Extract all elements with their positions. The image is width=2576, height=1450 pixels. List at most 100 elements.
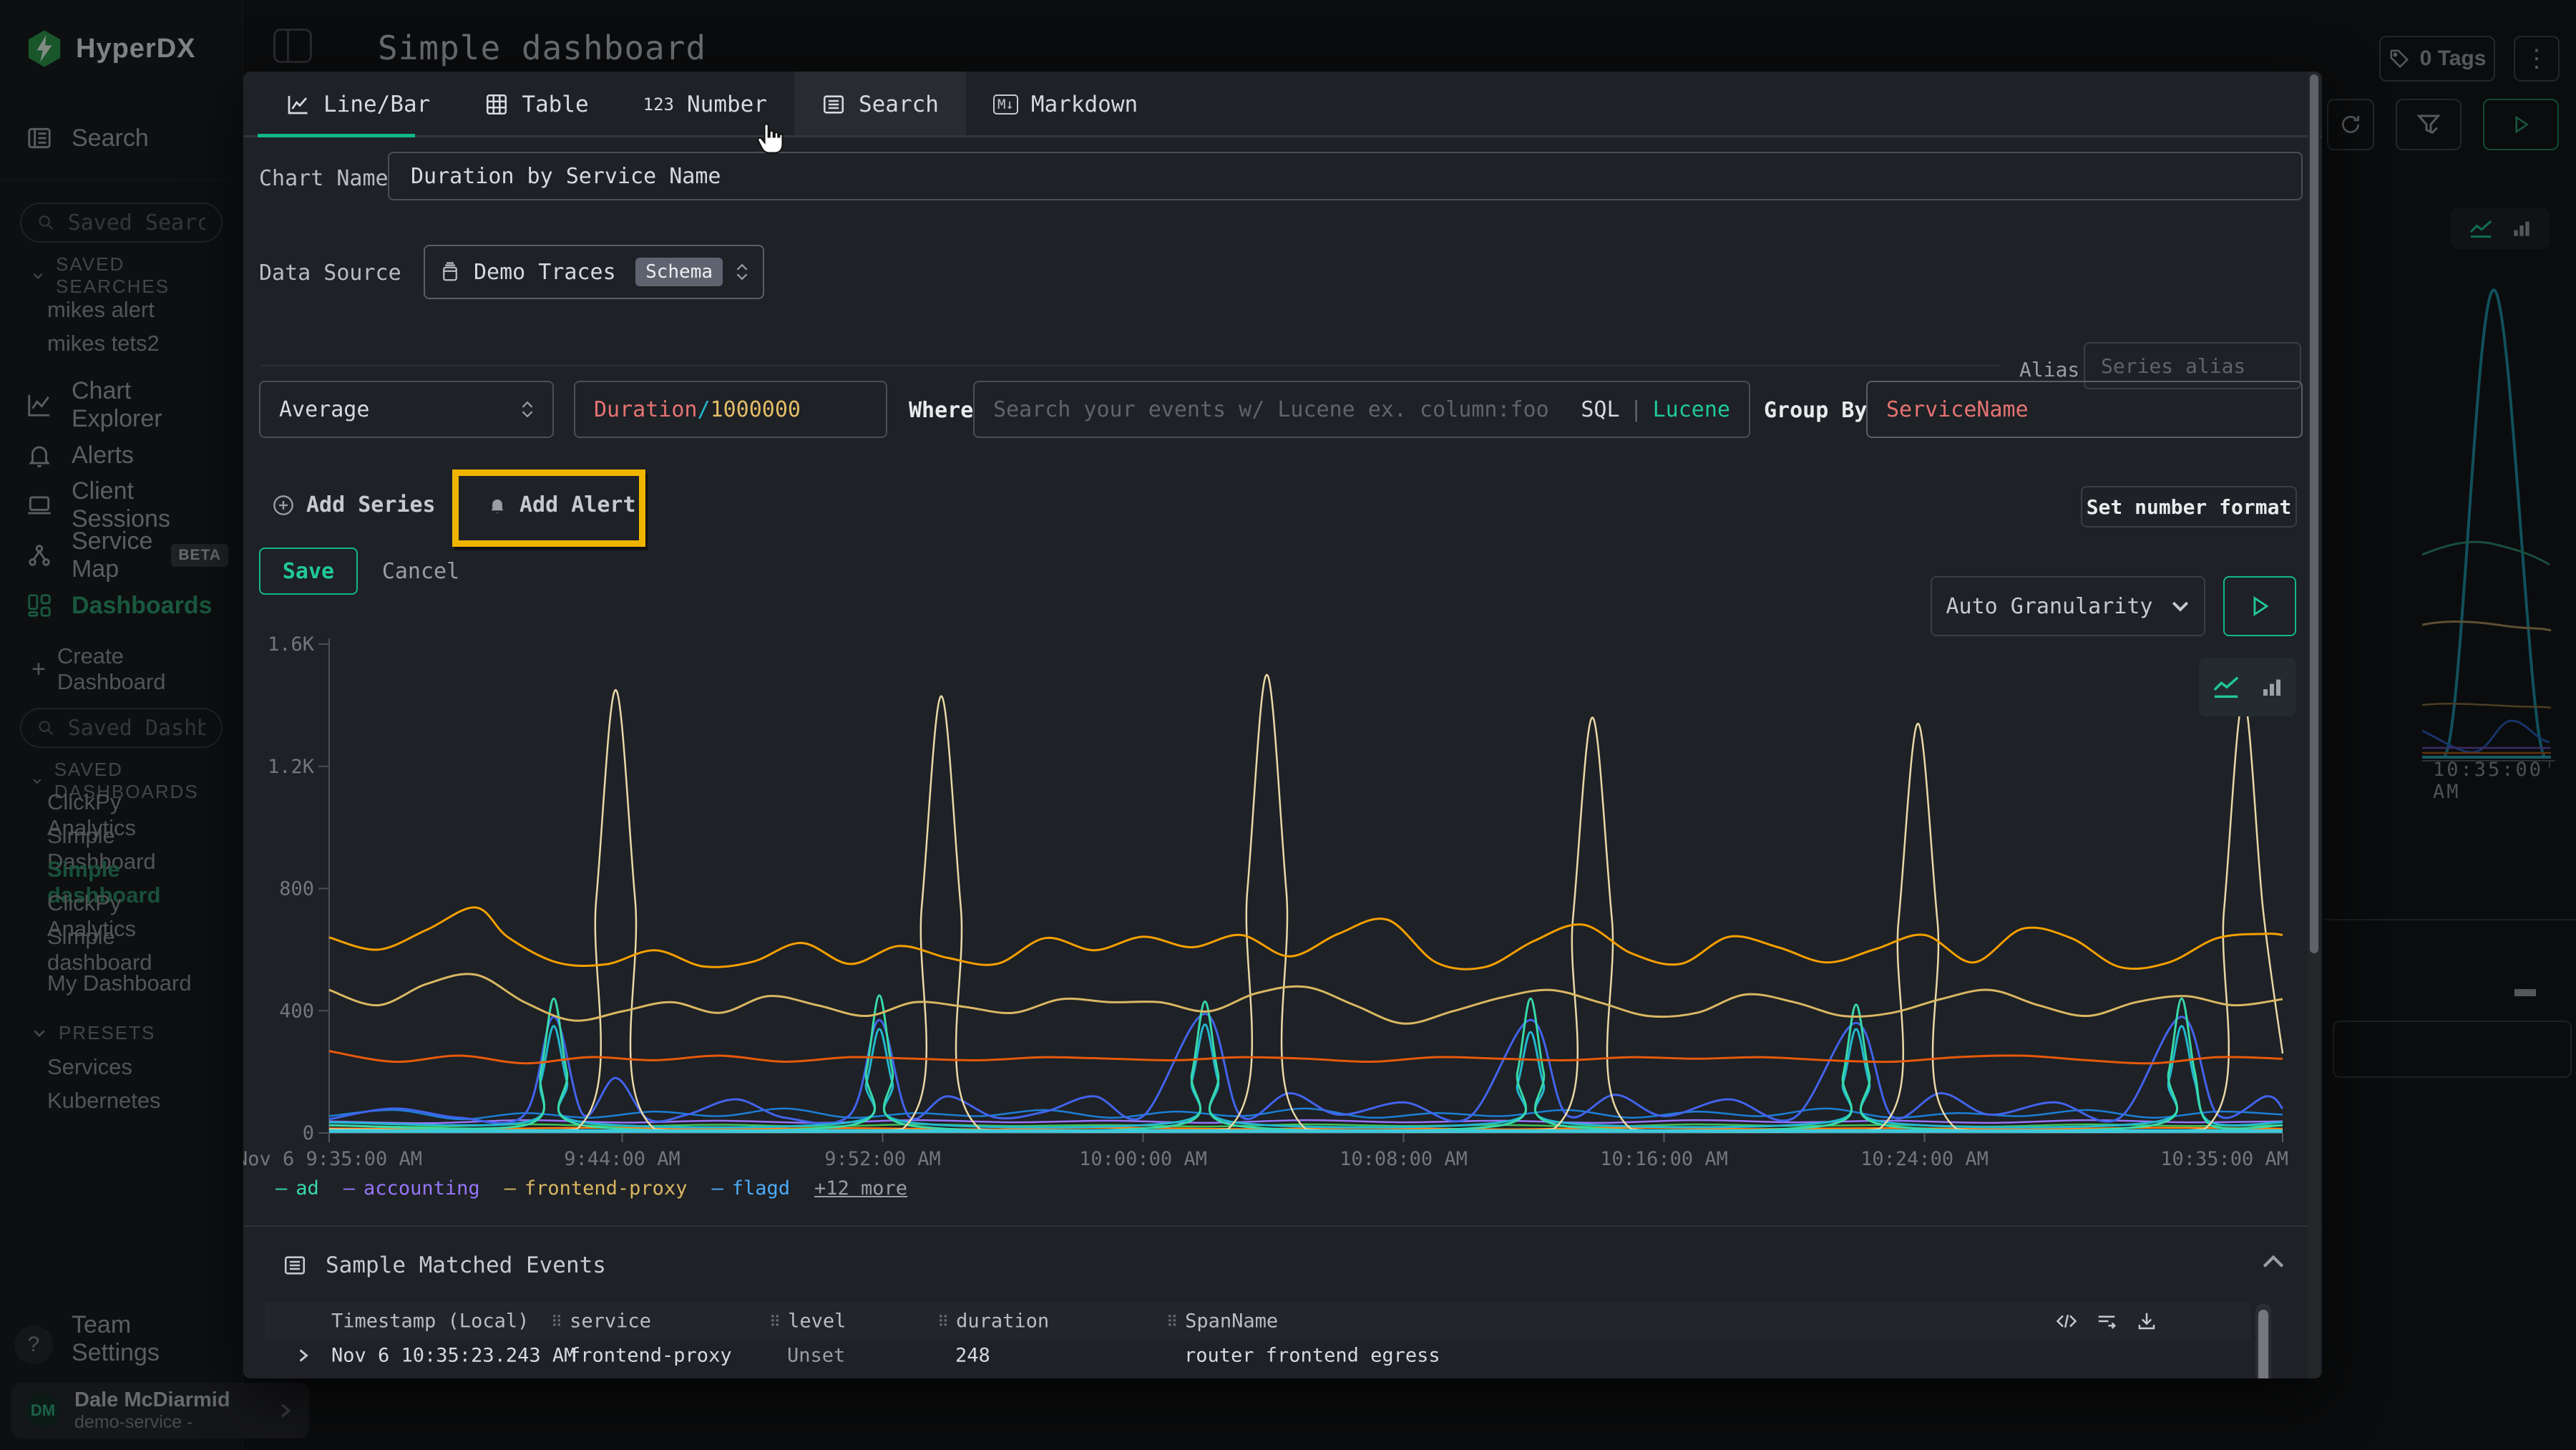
- chart-series-series-orange: [329, 908, 2283, 969]
- number-123-icon: 123: [643, 94, 674, 115]
- collapse-events-button[interactable]: [2261, 1254, 2285, 1270]
- search-list-icon: [821, 92, 846, 117]
- markdown-icon: M↓: [993, 94, 1018, 115]
- granularity-select[interactable]: Auto Granularity: [1931, 576, 2205, 636]
- line-chart-icon: [2210, 673, 2243, 701]
- modal-scrollbar: [2308, 72, 2321, 1378]
- x-axis-label: 9:44:00 AM: [564, 1148, 680, 1170]
- run-query-button[interactable]: [2223, 576, 2296, 636]
- code-icon[interactable]: [2056, 1310, 2077, 1332]
- duration-chart[interactable]: 04008001.2K1.6KNov 6 9:35:00 AM9:44:00 A…: [268, 630, 2297, 1152]
- where-label: Where: [909, 398, 973, 423]
- sample-events-header: Sample Matched Events: [283, 1252, 606, 1278]
- field-expression-input[interactable]: Duration/1000000: [574, 381, 887, 438]
- data-source-select[interactable]: Demo Traces Schema: [424, 245, 764, 299]
- y-axis-label: 1.6K: [268, 633, 315, 656]
- select-chevrons-icon: [521, 401, 534, 418]
- col-duration[interactable]: ⠿duration: [937, 1310, 1049, 1333]
- chart-series-flagd: [329, 1014, 2283, 1124]
- events-table-header: Timestamp (Local) ⠿service ⠿level ⠿durat…: [265, 1303, 2250, 1340]
- schema-badge[interactable]: Schema: [635, 258, 723, 286]
- select-chevrons-icon: [736, 263, 748, 281]
- chart-series-ad: [329, 996, 2283, 1131]
- alias-label: Alias: [2019, 358, 2079, 381]
- sql-mode-toggle[interactable]: SQL: [1581, 397, 1619, 422]
- legend-item[interactable]: —accounting: [343, 1177, 480, 1200]
- y-axis-label: 400: [279, 1000, 314, 1022]
- x-axis-label: 10:35:00 AM: [2160, 1148, 2288, 1170]
- save-button[interactable]: Save: [259, 548, 358, 595]
- database-icon: [439, 261, 461, 283]
- where-field[interactable]: SQL | Lucene: [973, 381, 1750, 438]
- drag-handle-icon[interactable]: ⠿: [769, 1314, 781, 1332]
- bell-icon: [487, 495, 508, 516]
- data-source-label: Data Source: [259, 261, 401, 286]
- tab-table[interactable]: Table: [457, 72, 615, 137]
- alias-input[interactable]: [2101, 354, 2284, 378]
- download-icon[interactable]: [2136, 1310, 2157, 1332]
- lucene-mode-toggle[interactable]: Lucene: [1653, 397, 1730, 422]
- add-alert-button[interactable]: Add Alert: [487, 492, 636, 517]
- edit-chart-modal: Line/Bar Table 123 Number Search M↓: [243, 72, 2322, 1378]
- chart-name-label: Chart Name: [259, 166, 389, 191]
- chart-series-series-cyan-spikes: [329, 1025, 2283, 1128]
- x-axis-label: 10:24:00 AM: [1860, 1148, 1989, 1170]
- set-number-format-button[interactable]: Set number format: [2081, 486, 2297, 527]
- divider: [243, 1225, 2322, 1227]
- chart-type-tabs: Line/Bar Table 123 Number Search M↓: [243, 72, 2322, 137]
- col-spanname[interactable]: ⠿SpanName: [1166, 1310, 1278, 1333]
- hyperdx-app: HyperDX Search SAVED SEARCHES mikes aler…: [0, 0, 2576, 1450]
- data-source-value: Demo Traces: [474, 260, 623, 285]
- chart-series-series-deep-orange: [329, 1051, 2283, 1064]
- legend-item[interactable]: —frontend-proxy: [504, 1177, 688, 1200]
- modal-scrollbar-thumb[interactable]: [2310, 74, 2318, 953]
- active-tab-indicator: [258, 134, 415, 137]
- chart-name-input[interactable]: [411, 164, 2280, 189]
- x-axis-label: 10:00:00 AM: [1079, 1148, 1207, 1170]
- cancel-button[interactable]: Cancel: [379, 548, 462, 595]
- table-icon: [484, 92, 509, 117]
- legend-item[interactable]: —ad: [275, 1177, 319, 1200]
- drag-handle-icon[interactable]: ⠿: [1166, 1314, 1178, 1332]
- chevron-down-icon: [2171, 600, 2190, 613]
- y-axis-label: 0: [303, 1122, 314, 1144]
- group-by-field[interactable]: ServiceName: [1866, 381, 2303, 438]
- chart-series-accounting: [329, 1120, 2283, 1123]
- chart-name-field[interactable]: [388, 152, 2303, 200]
- column-settings-icon[interactable]: [2096, 1310, 2117, 1332]
- tab-search[interactable]: Search: [794, 72, 966, 137]
- legend-item[interactable]: —flagd: [711, 1177, 790, 1200]
- expand-row-icon[interactable]: [295, 1347, 312, 1364]
- events-scrollbar-thumb[interactable]: [2258, 1310, 2268, 1378]
- event-row[interactable]: Nov 6 10:35:23.243 AM frontend-proxy Uns…: [265, 1340, 2250, 1371]
- legend-more-link[interactable]: +12 more: [814, 1177, 907, 1200]
- x-axis-label: 10:08:00 AM: [1340, 1148, 1468, 1170]
- col-timestamp[interactable]: Timestamp (Local): [331, 1310, 529, 1333]
- events-list-icon: [283, 1253, 307, 1278]
- x-axis-label: 10:16:00 AM: [1600, 1148, 1728, 1170]
- add-series-button[interactable]: Add Series: [272, 492, 436, 517]
- divider: [261, 365, 2000, 366]
- tab-line-bar[interactable]: Line/Bar: [258, 72, 457, 137]
- y-axis-label: 1.2K: [268, 756, 315, 778]
- group-by-label: Group By: [1764, 398, 1868, 423]
- tab-markdown[interactable]: M↓ Markdown: [966, 72, 1165, 137]
- col-level[interactable]: ⠿level: [769, 1310, 846, 1333]
- chart-legend: —ad —accounting —frontend-proxy —flagd +…: [275, 1177, 907, 1200]
- y-axis-label: 800: [279, 878, 314, 900]
- col-service[interactable]: ⠿service: [551, 1310, 651, 1333]
- aggregation-select[interactable]: Average: [259, 381, 554, 438]
- events-scrollbar: [2255, 1304, 2271, 1378]
- bar-chart-icon: [2259, 674, 2285, 700]
- drag-handle-icon[interactable]: ⠿: [551, 1314, 562, 1332]
- chart-type-toggle[interactable]: [2199, 658, 2296, 716]
- drag-handle-icon[interactable]: ⠿: [937, 1314, 949, 1332]
- tab-number[interactable]: 123 Number: [616, 72, 794, 137]
- chart-series-series-cream-spikes: [329, 675, 2283, 1132]
- event-row[interactable]: Nov 6 10:35:23.243 AM frontend-proxy Uns…: [265, 1371, 2250, 1378]
- x-axis-label: 9:52:00 AM: [824, 1148, 941, 1170]
- play-icon: [2248, 594, 2272, 618]
- plus-circle-icon: [272, 494, 295, 517]
- x-axis-label: Nov 6 9:35:00 AM: [243, 1148, 422, 1170]
- where-input[interactable]: [993, 397, 1571, 422]
